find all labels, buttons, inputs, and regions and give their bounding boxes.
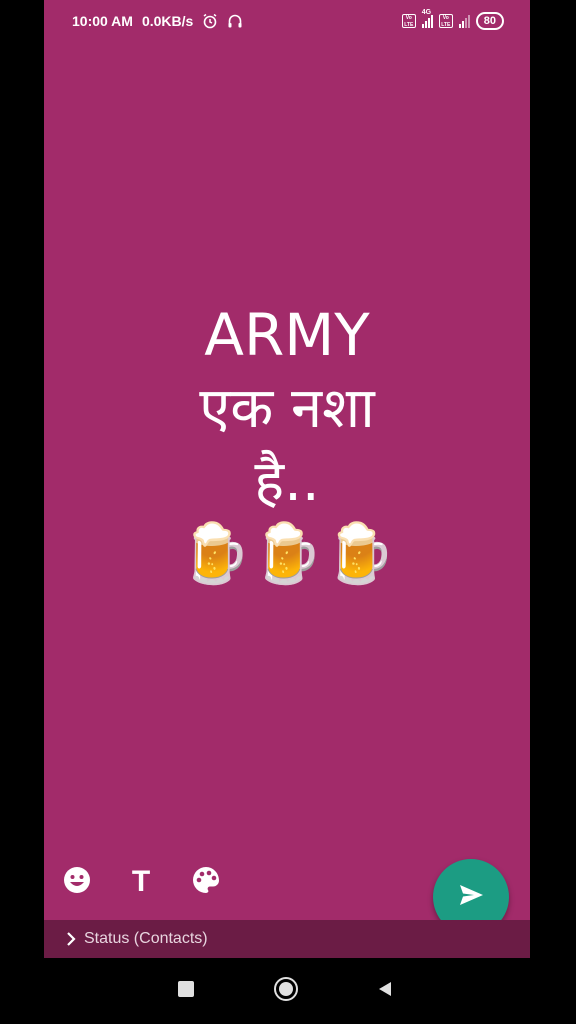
system-status-bar: 10:00 AM 0.0KB/s Vo LTE 4G Vo LTE 80 [44,0,530,44]
status-text-line-2: एक नशा [199,376,375,442]
color-palette-button[interactable] [186,862,226,902]
text-font-button[interactable]: T [121,862,161,902]
clock-time: 10:00 AM [72,13,133,29]
home-button[interactable] [271,976,301,1006]
circle-home-icon [273,976,299,1007]
palette-icon [191,865,221,900]
text-tool-label: T [131,865,151,898]
headphones-icon [227,13,243,29]
back-button[interactable] [370,976,400,1006]
status-audience-label: Status (Contacts) [84,930,208,947]
send-icon [457,881,485,914]
volte-badge-sim2: Vo LTE [438,14,453,28]
status-text-line-3: है.. [254,449,320,515]
android-navigation-bar [0,958,576,1024]
signal-4g-icon: 4G [421,9,433,28]
volte-badge: Vo LTE [401,14,416,28]
status-composer-screen: 10:00 AM 0.0KB/s Vo LTE 4G Vo LTE 80 ARM… [44,0,530,958]
square-recents-icon [177,980,195,1003]
recents-button[interactable] [171,976,201,1006]
chevron-right-icon [64,932,78,946]
signal-bars-icon [458,14,470,28]
status-audience-selector[interactable]: Status (Contacts) [44,920,530,958]
battery-indicator: 80 [475,12,504,30]
status-text-content[interactable]: ARMY एक नशा है.. 🍺🍺🍺 [44,298,530,589]
alarm-clock-icon [202,13,218,29]
smiley-icon [62,865,92,900]
network-type-label: 4G [421,9,432,16]
status-text-line-1: ARMY [204,301,370,369]
network-speed: 0.0KB/s [141,13,194,29]
triangle-back-icon [376,980,394,1003]
beer-emoji-line: 🍺🍺🍺 [178,518,396,587]
emoji-button[interactable] [57,862,97,902]
